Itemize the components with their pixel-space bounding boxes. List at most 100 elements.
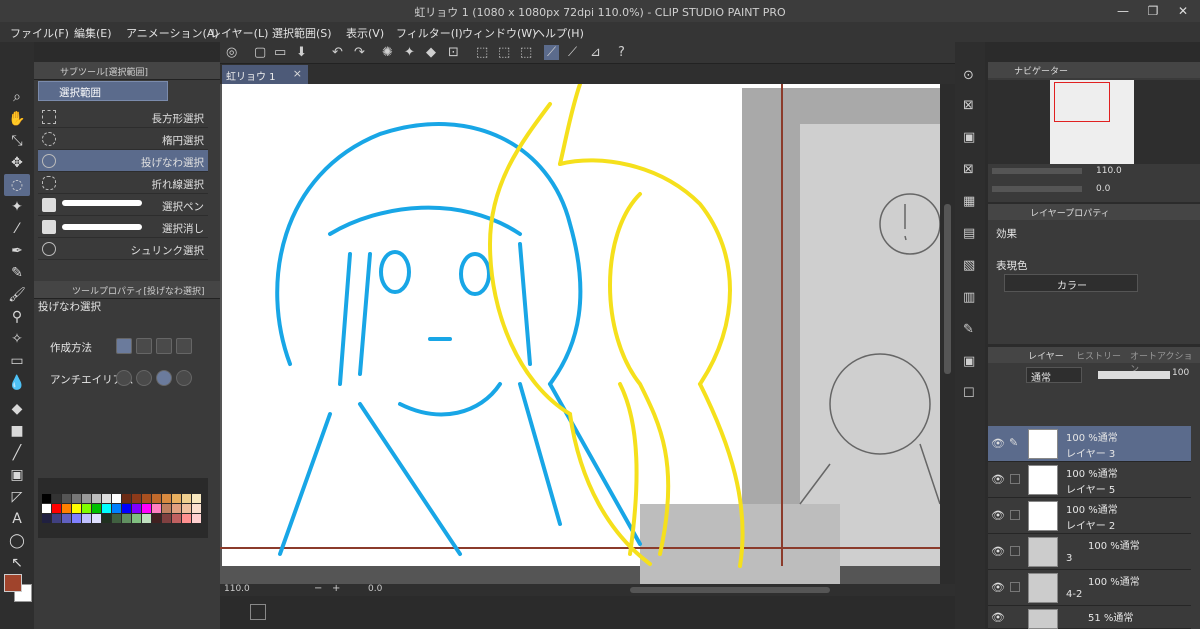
balloon-tool[interactable]: ◯	[4, 530, 30, 552]
eye-icon[interactable]: 👁	[991, 545, 1005, 558]
eye-icon[interactable]: 👁	[991, 473, 1005, 486]
canvas-area[interactable]	[220, 84, 955, 584]
subtract-selection-button[interactable]	[156, 338, 172, 354]
color-swatch[interactable]	[192, 514, 201, 523]
layer-tab[interactable]: レイヤー	[1028, 349, 1064, 362]
layer-row[interactable]: 👁 100 %通常 レイヤー 2	[988, 498, 1191, 534]
color-swatch[interactable]	[72, 504, 81, 513]
layer-lock-box[interactable]	[1010, 546, 1020, 556]
menu-window[interactable]: ウィンドウ(W)	[462, 25, 536, 41]
grid-icon[interactable]: ▦	[963, 194, 975, 209]
color-swatch[interactable]	[52, 504, 61, 513]
color-swatch[interactable]	[52, 514, 61, 523]
color-swatch[interactable]	[82, 504, 91, 513]
color-swatch[interactable]	[62, 504, 71, 513]
clip-studio-icon[interactable]: ◎	[226, 45, 237, 60]
menu-file[interactable]: ファイル(F)	[10, 25, 69, 41]
color-swatch[interactable]	[52, 494, 61, 503]
intersect-selection-button[interactable]	[176, 338, 192, 354]
maximize-button[interactable]: ❐	[1138, 0, 1168, 22]
subtool-polyline-select[interactable]: 折れ線選択	[38, 172, 208, 194]
edit-icon[interactable]: ✎	[963, 322, 974, 337]
undo-icon[interactable]: ↶	[332, 45, 343, 60]
page-icon[interactable]: ▤	[963, 226, 975, 241]
layer-row[interactable]: 👁 100 %通常 3	[988, 534, 1191, 570]
color-swatch[interactable]	[182, 514, 191, 523]
opacity-value[interactable]: 100	[1172, 368, 1189, 378]
menu-filter[interactable]: フィルター(I)	[396, 25, 463, 41]
layer-lock-box[interactable]	[1010, 510, 1020, 520]
help-icon[interactable]: ?	[618, 45, 625, 60]
eye-icon[interactable]: 👁	[991, 611, 1005, 624]
color-swatch[interactable]	[112, 504, 121, 513]
select-all-icon[interactable]: ⬚	[520, 45, 532, 60]
airbrush-tool[interactable]: ⚲	[4, 306, 30, 328]
ruler-tool[interactable]: ◸	[4, 486, 30, 508]
color-swatch[interactable]	[172, 514, 181, 523]
zoom-tool[interactable]: ⌕	[4, 86, 30, 108]
color-swatch[interactable]	[162, 494, 171, 503]
material-3-icon[interactable]: ⊠	[963, 162, 974, 177]
search-icon[interactable]: ⊙	[963, 68, 974, 83]
zoom-readout[interactable]: 110.0	[224, 584, 250, 594]
color-swatch[interactable]	[172, 494, 181, 503]
loading-icon[interactable]: ✺	[382, 45, 393, 60]
layer-row[interactable]: 👁 51 %通常	[988, 606, 1191, 629]
magic-wand-tool[interactable]: ✦	[4, 196, 30, 218]
open-file-icon[interactable]: ▭	[274, 45, 286, 60]
snap-grid-icon[interactable]: ⊿	[590, 45, 601, 60]
history-tab[interactable]: ヒストリー	[1076, 349, 1121, 362]
color-swatch[interactable]	[112, 494, 121, 503]
subtool-lasso-select[interactable]: 投げなわ選択	[38, 150, 208, 172]
eye-icon[interactable]: 👁	[991, 437, 1005, 450]
close-button[interactable]: ✕	[1168, 0, 1198, 22]
color-swatch[interactable]	[152, 504, 161, 513]
color-swatch[interactable]	[42, 514, 51, 523]
clear-icon[interactable]: ✦	[404, 45, 415, 60]
color-swatch[interactable]	[102, 494, 111, 503]
color-swatch[interactable]	[112, 514, 121, 523]
color-swatch[interactable]	[42, 494, 51, 503]
text-tool[interactable]: A	[4, 508, 30, 530]
figure-tool[interactable]: ╱	[4, 442, 30, 464]
color-swatch[interactable]	[162, 514, 171, 523]
opacity-slider[interactable]	[1098, 371, 1170, 379]
minimize-button[interactable]: —	[1108, 0, 1138, 22]
vertical-scrollbar[interactable]	[940, 84, 955, 584]
lasso-tool[interactable]: ◌	[4, 174, 30, 196]
menu-layer[interactable]: レイヤー(L)	[210, 25, 268, 41]
color-swatch[interactable]	[152, 494, 161, 503]
move-tool[interactable]: ✥	[4, 152, 30, 174]
sheet-icon[interactable]: ▥	[963, 290, 975, 305]
color-swatch[interactable]	[72, 514, 81, 523]
color-swatch[interactable]	[172, 504, 181, 513]
antialias-medium-button[interactable]	[156, 370, 172, 386]
snap-ruler-icon[interactable]: ⟋	[544, 45, 560, 60]
layer-lock-box[interactable]	[1010, 474, 1020, 484]
expression-color-select[interactable]: カラー	[1004, 274, 1138, 292]
subtool-select-eraser[interactable]: 選択消し	[38, 216, 208, 238]
fill-command-icon[interactable]: ◆	[426, 45, 436, 60]
material-2-icon[interactable]: ▣	[963, 130, 975, 145]
material-icon[interactable]: ⊠	[963, 98, 974, 113]
save-icon[interactable]: ⬇	[296, 45, 307, 60]
navigator-angle-value[interactable]: 0.0	[1096, 184, 1110, 194]
new-file-icon[interactable]: ▢	[254, 45, 266, 60]
horizontal-scroll-thumb[interactable]	[630, 587, 830, 593]
correct-line-tool[interactable]: ↖	[4, 552, 30, 574]
eye-icon[interactable]: 👁	[991, 509, 1005, 522]
figure-icon[interactable]: ☐	[963, 386, 975, 401]
blend-tool[interactable]: 💧	[4, 372, 30, 394]
fill-tool[interactable]: ◆	[4, 398, 30, 420]
zoom-out-icon[interactable]: −	[314, 583, 322, 594]
navigator-tab[interactable]: ナビゲーター	[1014, 64, 1068, 77]
canvas-tab-close[interactable]: ×	[293, 67, 302, 80]
layer-property-tab[interactable]: レイヤープロパティ	[1030, 206, 1110, 219]
color-swatch[interactable]	[122, 494, 131, 503]
layer-row[interactable]: 👁 100 %通常 レイヤー 5	[988, 462, 1191, 498]
navigator-zoom-slider[interactable]	[992, 168, 1082, 174]
color-swatch[interactable]	[62, 514, 71, 523]
camera-icon[interactable]: ▣	[963, 354, 975, 369]
image-icon[interactable]: ▧	[963, 258, 975, 273]
subtool-shrink-select[interactable]: シュリンク選択	[38, 238, 208, 260]
